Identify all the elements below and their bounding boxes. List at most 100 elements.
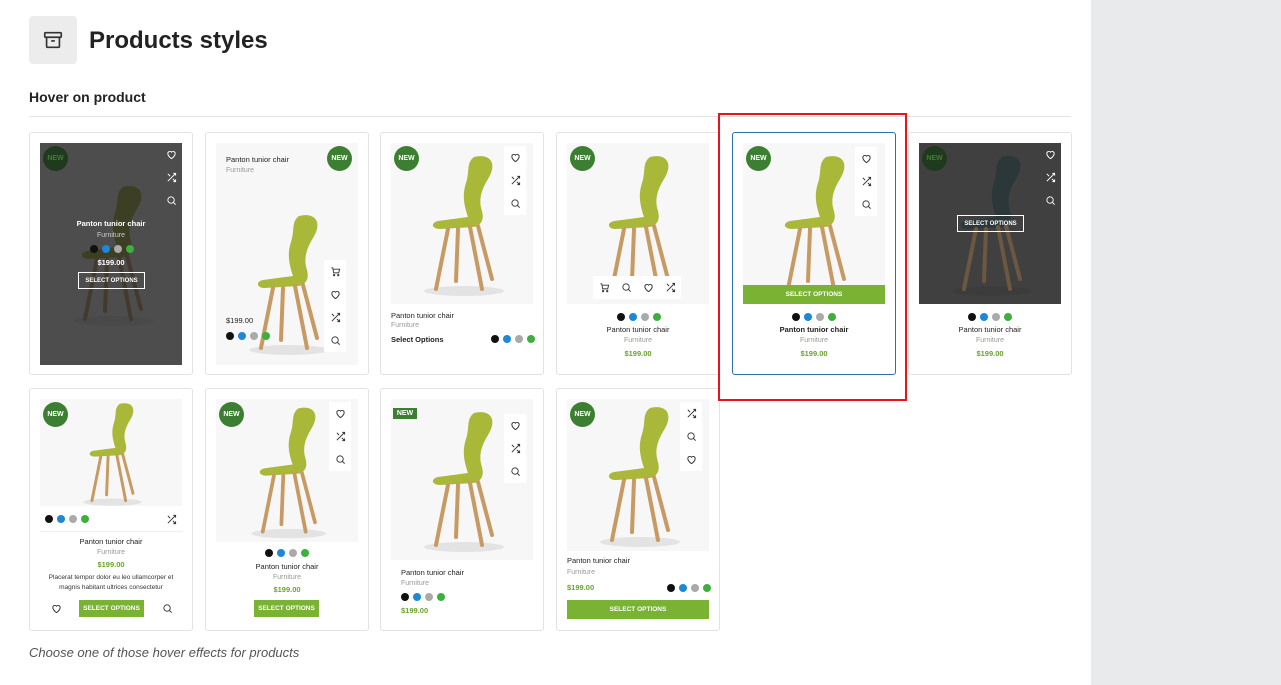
quick-view-icon[interactable] (1039, 189, 1061, 212)
select-options-button[interactable]: SELECT OPTIONS (79, 600, 144, 617)
compare-icon[interactable] (504, 169, 526, 192)
color-swatch[interactable] (617, 313, 625, 321)
product-image[interactable]: NEW (40, 399, 182, 506)
compare-icon[interactable] (160, 508, 182, 531)
product-card-style-6[interactable]: NEW SELECT OPTIONS Panton tunior chair F… (908, 132, 1072, 375)
product-name[interactable]: Panton tunior chair (206, 562, 368, 571)
wishlist-icon[interactable] (324, 283, 346, 306)
color-swatch[interactable] (277, 549, 285, 557)
product-card-style-3[interactable]: NEW Panton tunior chair Furniture Select… (380, 132, 544, 375)
quick-view-icon[interactable] (504, 460, 526, 483)
color-swatch[interactable] (114, 245, 122, 253)
quick-view-icon[interactable] (160, 189, 182, 212)
wishlist-icon[interactable] (680, 448, 702, 471)
color-swatch[interactable] (265, 549, 273, 557)
product-name[interactable]: Panton tunior chair (40, 219, 182, 228)
product-image[interactable]: NEW (391, 143, 533, 304)
color-swatch[interactable] (102, 245, 110, 253)
color-swatch[interactable] (679, 584, 687, 592)
color-swatch[interactable] (667, 584, 675, 592)
product-name[interactable]: Panton tunior chair (909, 325, 1071, 334)
compare-icon[interactable] (324, 306, 346, 329)
quick-view-icon[interactable] (324, 329, 346, 352)
product-card-style-7[interactable]: NEW Panton tunior chair Furniture $199.0… (29, 388, 193, 631)
color-swatch[interactable] (301, 549, 309, 557)
select-options-button[interactable]: SELECT OPTIONS (78, 272, 145, 289)
wishlist-icon[interactable] (329, 402, 351, 425)
color-swatch[interactable] (425, 593, 433, 601)
product-card-style-8[interactable]: NEW Panton tunior chair Furniture $199.0… (205, 388, 369, 631)
color-swatch[interactable] (226, 332, 234, 340)
product-name[interactable]: Panton tunior chair (30, 537, 192, 546)
select-options-button[interactable]: SELECT OPTIONS (567, 600, 709, 619)
select-options-button[interactable]: SELECT OPTIONS (957, 215, 1024, 232)
color-swatch[interactable] (238, 332, 246, 340)
color-swatches (226, 332, 270, 340)
color-swatch[interactable] (992, 313, 1000, 321)
wishlist-icon[interactable] (160, 143, 182, 166)
color-swatch[interactable] (629, 313, 637, 321)
color-swatch[interactable] (491, 335, 499, 343)
compare-icon[interactable] (329, 425, 351, 448)
wishlist-icon[interactable] (1039, 143, 1061, 166)
product-image[interactable]: NEW (391, 399, 533, 560)
product-image[interactable]: Panton tunior chair Furniture NEW $199.0… (216, 143, 358, 365)
color-swatch[interactable] (1004, 313, 1012, 321)
color-swatch[interactable] (437, 593, 445, 601)
quick-view-icon[interactable] (680, 425, 702, 448)
select-options-link[interactable]: Select Options (391, 335, 444, 344)
color-swatch[interactable] (515, 335, 523, 343)
color-swatch[interactable] (289, 549, 297, 557)
product-card-style-10[interactable]: NEW Panton tunior chair Furniture $199.0… (556, 388, 720, 631)
add-to-cart-icon[interactable] (593, 276, 615, 299)
color-swatch[interactable] (968, 313, 976, 321)
product-card-style-2[interactable]: Panton tunior chair Furniture NEW $199.0… (205, 132, 369, 375)
color-swatch[interactable] (703, 584, 711, 592)
color-swatch[interactable] (45, 515, 53, 523)
color-swatch[interactable] (503, 335, 511, 343)
product-card-style-4[interactable]: NEW Panton tunior chair Furniture $199.0… (556, 132, 720, 375)
product-name[interactable]: Panton tunior chair (401, 568, 464, 577)
product-image[interactable]: NEW Panton tunior chair Furniture $199.0… (40, 143, 182, 365)
quick-view-icon[interactable] (504, 192, 526, 215)
color-swatch[interactable] (401, 593, 409, 601)
color-swatch[interactable] (250, 332, 258, 340)
product-name[interactable]: Panton tunior chair (567, 556, 630, 565)
color-swatches (491, 335, 535, 343)
color-swatch[interactable] (57, 515, 65, 523)
quick-view-icon[interactable] (329, 448, 351, 471)
select-options-button[interactable]: SELECT OPTIONS (254, 600, 319, 617)
compare-icon[interactable] (659, 276, 681, 299)
color-swatch[interactable] (262, 332, 270, 340)
wishlist-icon[interactable] (504, 146, 526, 169)
color-swatch[interactable] (69, 515, 77, 523)
product-name[interactable]: Panton tunior chair (226, 155, 289, 164)
wishlist-icon[interactable] (637, 276, 659, 299)
color-swatch[interactable] (980, 313, 988, 321)
compare-icon[interactable] (504, 437, 526, 460)
product-name[interactable]: Panton tunior chair (391, 311, 454, 320)
product-name[interactable]: Panton tunior chair (557, 325, 719, 334)
compare-icon[interactable] (680, 402, 702, 425)
color-swatch[interactable] (413, 593, 421, 601)
wishlist-icon[interactable] (45, 597, 67, 620)
product-image[interactable]: NEW (567, 399, 709, 551)
product-image[interactable]: NEW SELECT OPTIONS (919, 143, 1061, 304)
compare-icon[interactable] (160, 166, 182, 189)
product-image[interactable]: NEW (567, 143, 709, 304)
quick-view-icon[interactable] (615, 276, 637, 299)
product-card-style-1[interactable]: NEW Panton tunior chair Furniture $199.0… (29, 132, 193, 375)
wishlist-icon[interactable] (504, 414, 526, 437)
product-image[interactable]: NEW (216, 399, 358, 542)
compare-icon[interactable] (1039, 166, 1061, 189)
color-swatch[interactable] (691, 584, 699, 592)
quick-view-icon[interactable] (156, 597, 178, 620)
color-swatch[interactable] (641, 313, 649, 321)
color-swatch[interactable] (527, 335, 535, 343)
add-to-cart-icon[interactable] (324, 260, 346, 283)
color-swatch[interactable] (90, 245, 98, 253)
color-swatch[interactable] (653, 313, 661, 321)
color-swatch[interactable] (126, 245, 134, 253)
color-swatch[interactable] (81, 515, 89, 523)
product-card-style-9[interactable]: NEW Panton tunior chair Furniture $199.0… (380, 388, 544, 631)
